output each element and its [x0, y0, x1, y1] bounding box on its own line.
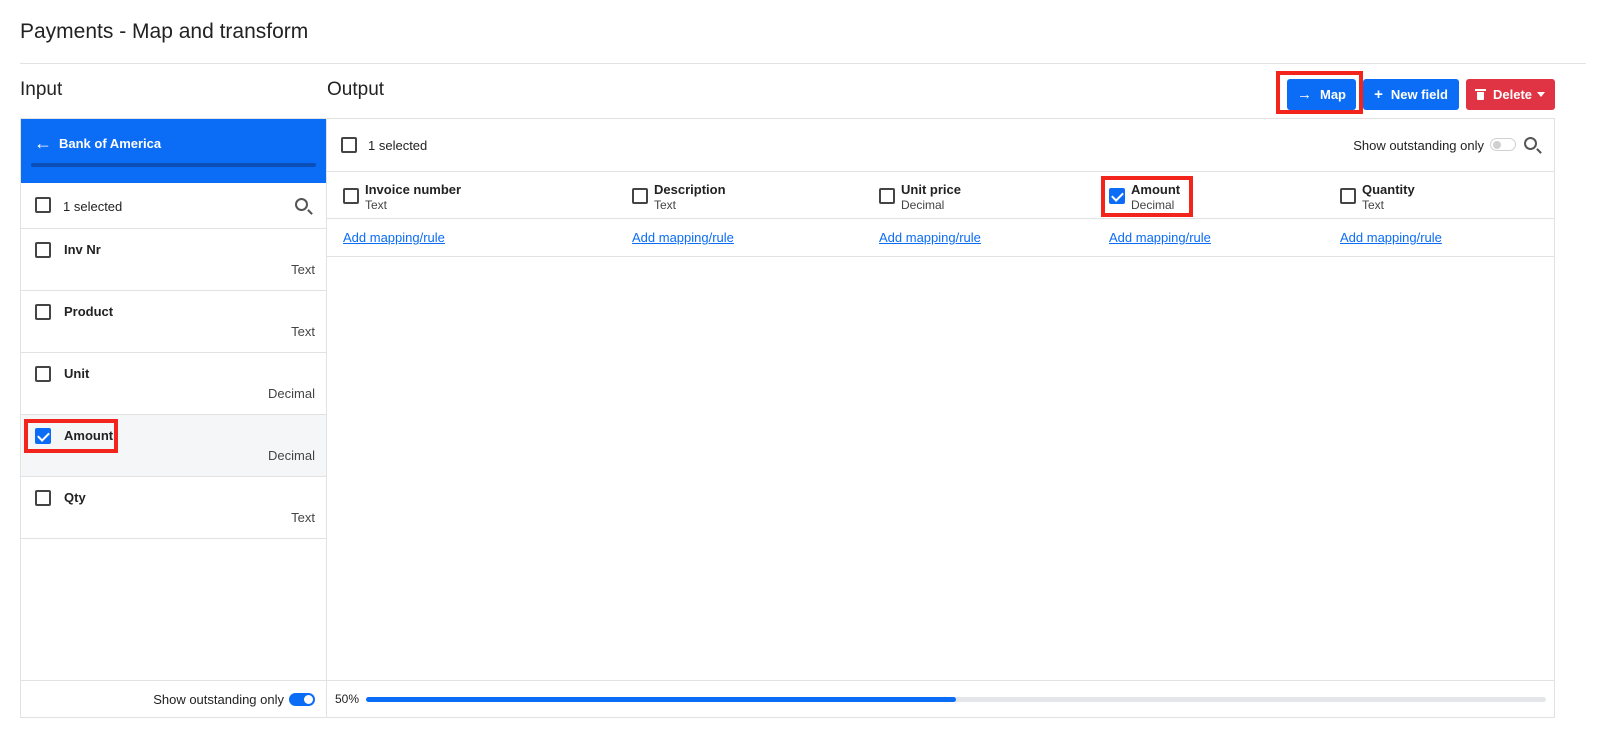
input-field-type: Text: [291, 324, 315, 339]
input-field-type: Text: [291, 510, 315, 525]
delete-button-label: Delete: [1492, 87, 1533, 102]
input-section-title: Input: [20, 79, 63, 100]
source-header-bar: [31, 163, 316, 167]
output-column-name: Description: [654, 182, 726, 197]
input-field-type: Decimal: [268, 448, 315, 463]
map-button-label: Map: [1320, 87, 1346, 102]
add-mapping-rule-link[interactable]: Add mapping/rule: [1340, 230, 1442, 245]
input-field-checkbox[interactable]: [35, 428, 51, 444]
output-show-outstanding-toggle[interactable]: [1490, 138, 1516, 151]
arrow-right-icon: →: [1297, 86, 1312, 103]
output-columns-row: Invoice number Text Description Text Unit pr…: [327, 172, 1554, 219]
input-field-row[interactable]: Inv Nr Text: [21, 229, 326, 291]
output-column-checkbox[interactable]: [632, 188, 648, 204]
output-column-checkbox[interactable]: [879, 188, 895, 204]
output-mapping-links-row: Add mapping/rule Add mapping/rule Add mapp…: [327, 219, 1554, 257]
map-button[interactable]: → Map: [1287, 79, 1356, 110]
output-column-checkbox[interactable]: [343, 188, 359, 204]
input-panel: ← Bank of America 1 selected Inv Nr Text P…: [20, 118, 326, 718]
input-field-name: Qty: [64, 490, 86, 505]
plus-icon: +: [1374, 86, 1383, 103]
input-field-row[interactable]: Product Text: [21, 291, 326, 353]
input-field-checkbox[interactable]: [35, 304, 51, 320]
output-column-type: Text: [1362, 198, 1385, 212]
output-column-type: Text: [365, 198, 388, 212]
input-field-name: Unit: [64, 366, 90, 381]
new-field-button[interactable]: + New field: [1363, 79, 1459, 110]
add-mapping-rule-link[interactable]: Add mapping/rule: [632, 230, 734, 245]
progress-bar: [366, 697, 1546, 702]
new-field-button-label: New field: [1390, 87, 1448, 102]
output-column-name: Invoice number: [365, 182, 462, 197]
output-footer: 50%: [327, 680, 1554, 717]
output-selected-count: 1 selected: [368, 138, 428, 153]
input-field-type: Decimal: [268, 386, 315, 401]
input-footer: Show outstanding only: [21, 680, 326, 717]
output-column-checkbox[interactable]: [1109, 188, 1125, 204]
page-title: Payments - Map and transform: [20, 20, 309, 43]
output-select-all-row: 1 selected Show outstanding only: [327, 119, 1554, 172]
input-show-outstanding-label: Show outstanding only: [153, 692, 284, 707]
input-selected-count: 1 selected: [63, 199, 123, 214]
arrow-left-icon[interactable]: ←: [34, 133, 52, 154]
add-mapping-rule-link[interactable]: Add mapping/rule: [1109, 230, 1211, 245]
input-field-checkbox[interactable]: [35, 242, 51, 258]
add-mapping-rule-link[interactable]: Add mapping/rule: [879, 230, 981, 245]
progress-bar-fill: [366, 697, 956, 702]
input-field-type: Text: [291, 262, 315, 277]
input-field-name: Product: [64, 304, 114, 319]
trash-icon: [1474, 89, 1486, 100]
output-panel: 1 selected Show outstanding only Invoice…: [326, 118, 1555, 718]
search-icon[interactable]: [295, 198, 308, 211]
input-select-all-row: 1 selected: [21, 183, 326, 229]
input-field-checkbox[interactable]: [35, 490, 51, 506]
input-field-list: Inv Nr Text Product Text Unit Decimal Amount De…: [21, 229, 326, 539]
input-field-row[interactable]: Qty Text: [21, 477, 326, 539]
output-column-name: Amount: [1131, 182, 1181, 197]
add-mapping-rule-link[interactable]: Add mapping/rule: [343, 230, 445, 245]
input-field-checkbox[interactable]: [35, 366, 51, 382]
input-field-name: Inv Nr: [64, 242, 101, 257]
input-show-outstanding-toggle[interactable]: [289, 693, 315, 706]
chevron-down-icon: [1537, 92, 1546, 97]
output-section-title: Output: [327, 79, 385, 100]
output-show-outstanding-label: Show outstanding only: [1353, 138, 1484, 153]
source-header: ← Bank of America: [21, 119, 326, 183]
delete-button[interactable]: Delete: [1466, 79, 1555, 110]
output-column-type: Decimal: [901, 198, 945, 212]
output-column-name: Quantity: [1362, 182, 1415, 197]
input-field-row[interactable]: Amount Decimal: [21, 415, 326, 477]
input-field-name: Amount: [64, 428, 114, 443]
input-select-all-checkbox[interactable]: [35, 197, 51, 213]
progress-label: 50%: [335, 692, 360, 706]
output-select-all-checkbox[interactable]: [341, 137, 357, 153]
title-divider: [20, 63, 1586, 64]
input-field-row[interactable]: Unit Decimal: [21, 353, 326, 415]
output-column-type: Text: [654, 198, 677, 212]
source-name: Bank of America: [59, 136, 162, 151]
output-column-name: Unit price: [901, 182, 961, 197]
search-icon[interactable]: [1524, 137, 1537, 150]
output-column-checkbox[interactable]: [1340, 188, 1356, 204]
output-column-type: Decimal: [1131, 198, 1175, 212]
